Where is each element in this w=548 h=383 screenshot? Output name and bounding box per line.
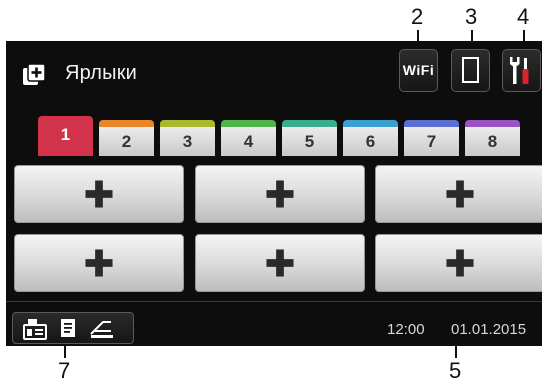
wifi-icon: WiFi [402,62,435,78]
tab-label: 3 [182,132,193,151]
tab-label: 4 [243,132,254,151]
add-shortcut-button-5[interactable] [195,234,365,292]
tab-label: 6 [365,132,376,151]
tab-3[interactable]: 3 [160,120,215,156]
scan-icon [90,321,113,338]
divider [6,301,542,302]
tab-7[interactable]: 7 [404,120,459,156]
tab-label: 2 [121,132,132,151]
tab-2[interactable]: 2 [99,120,154,156]
callout-number-4: 4 [517,4,530,29]
ink-status-button[interactable] [451,49,490,92]
add-shortcut-button-4[interactable] [14,234,184,292]
lcd-screen: Ярлыки WiFi 1 2 3 4 5 6 7 8 12:00 01.01.… [6,41,542,346]
modes-button[interactable] [12,312,134,344]
tab-1[interactable]: 1 [38,116,93,156]
clock-time: 12:00 [387,321,425,338]
add-shortcut-button-2[interactable] [195,165,365,223]
plus-icon [266,180,294,208]
callout-number-2: 2 [411,4,424,29]
plus-icon [446,249,474,277]
plus-icon [85,180,113,208]
tab-label: 7 [426,132,437,151]
header-bar: Ярлыки WiFi [6,41,542,107]
plus-icon [446,180,474,208]
settings-tools-icon [510,57,529,84]
add-shortcut-button-6[interactable] [375,234,542,292]
add-shortcut-button-1[interactable] [14,165,184,223]
wifi-button[interactable]: WiFi [399,49,438,92]
tab-label: 1 [60,125,71,144]
plus-icon [266,249,294,277]
settings-button[interactable] [502,49,541,92]
copy-icon [61,319,75,337]
tab-6[interactable]: 6 [343,120,398,156]
tab-5[interactable]: 5 [282,120,337,156]
ink-status-icon [462,57,479,83]
add-shortcut-button-3[interactable] [375,165,542,223]
fax-icon [23,319,47,340]
callout-number-5: 5 [449,358,462,383]
tab-4[interactable]: 4 [221,120,276,156]
tab-label: 5 [304,132,315,151]
plus-icon [85,249,113,277]
tab-8[interactable]: 8 [465,120,520,156]
callout-number-3: 3 [465,4,478,29]
callout-number-7: 7 [58,358,71,383]
page-title: Ярлыки [65,62,138,84]
tab-label: 8 [487,132,498,151]
shortcuts-icon [23,63,46,85]
clock-date: 01.01.2015 [451,321,527,338]
